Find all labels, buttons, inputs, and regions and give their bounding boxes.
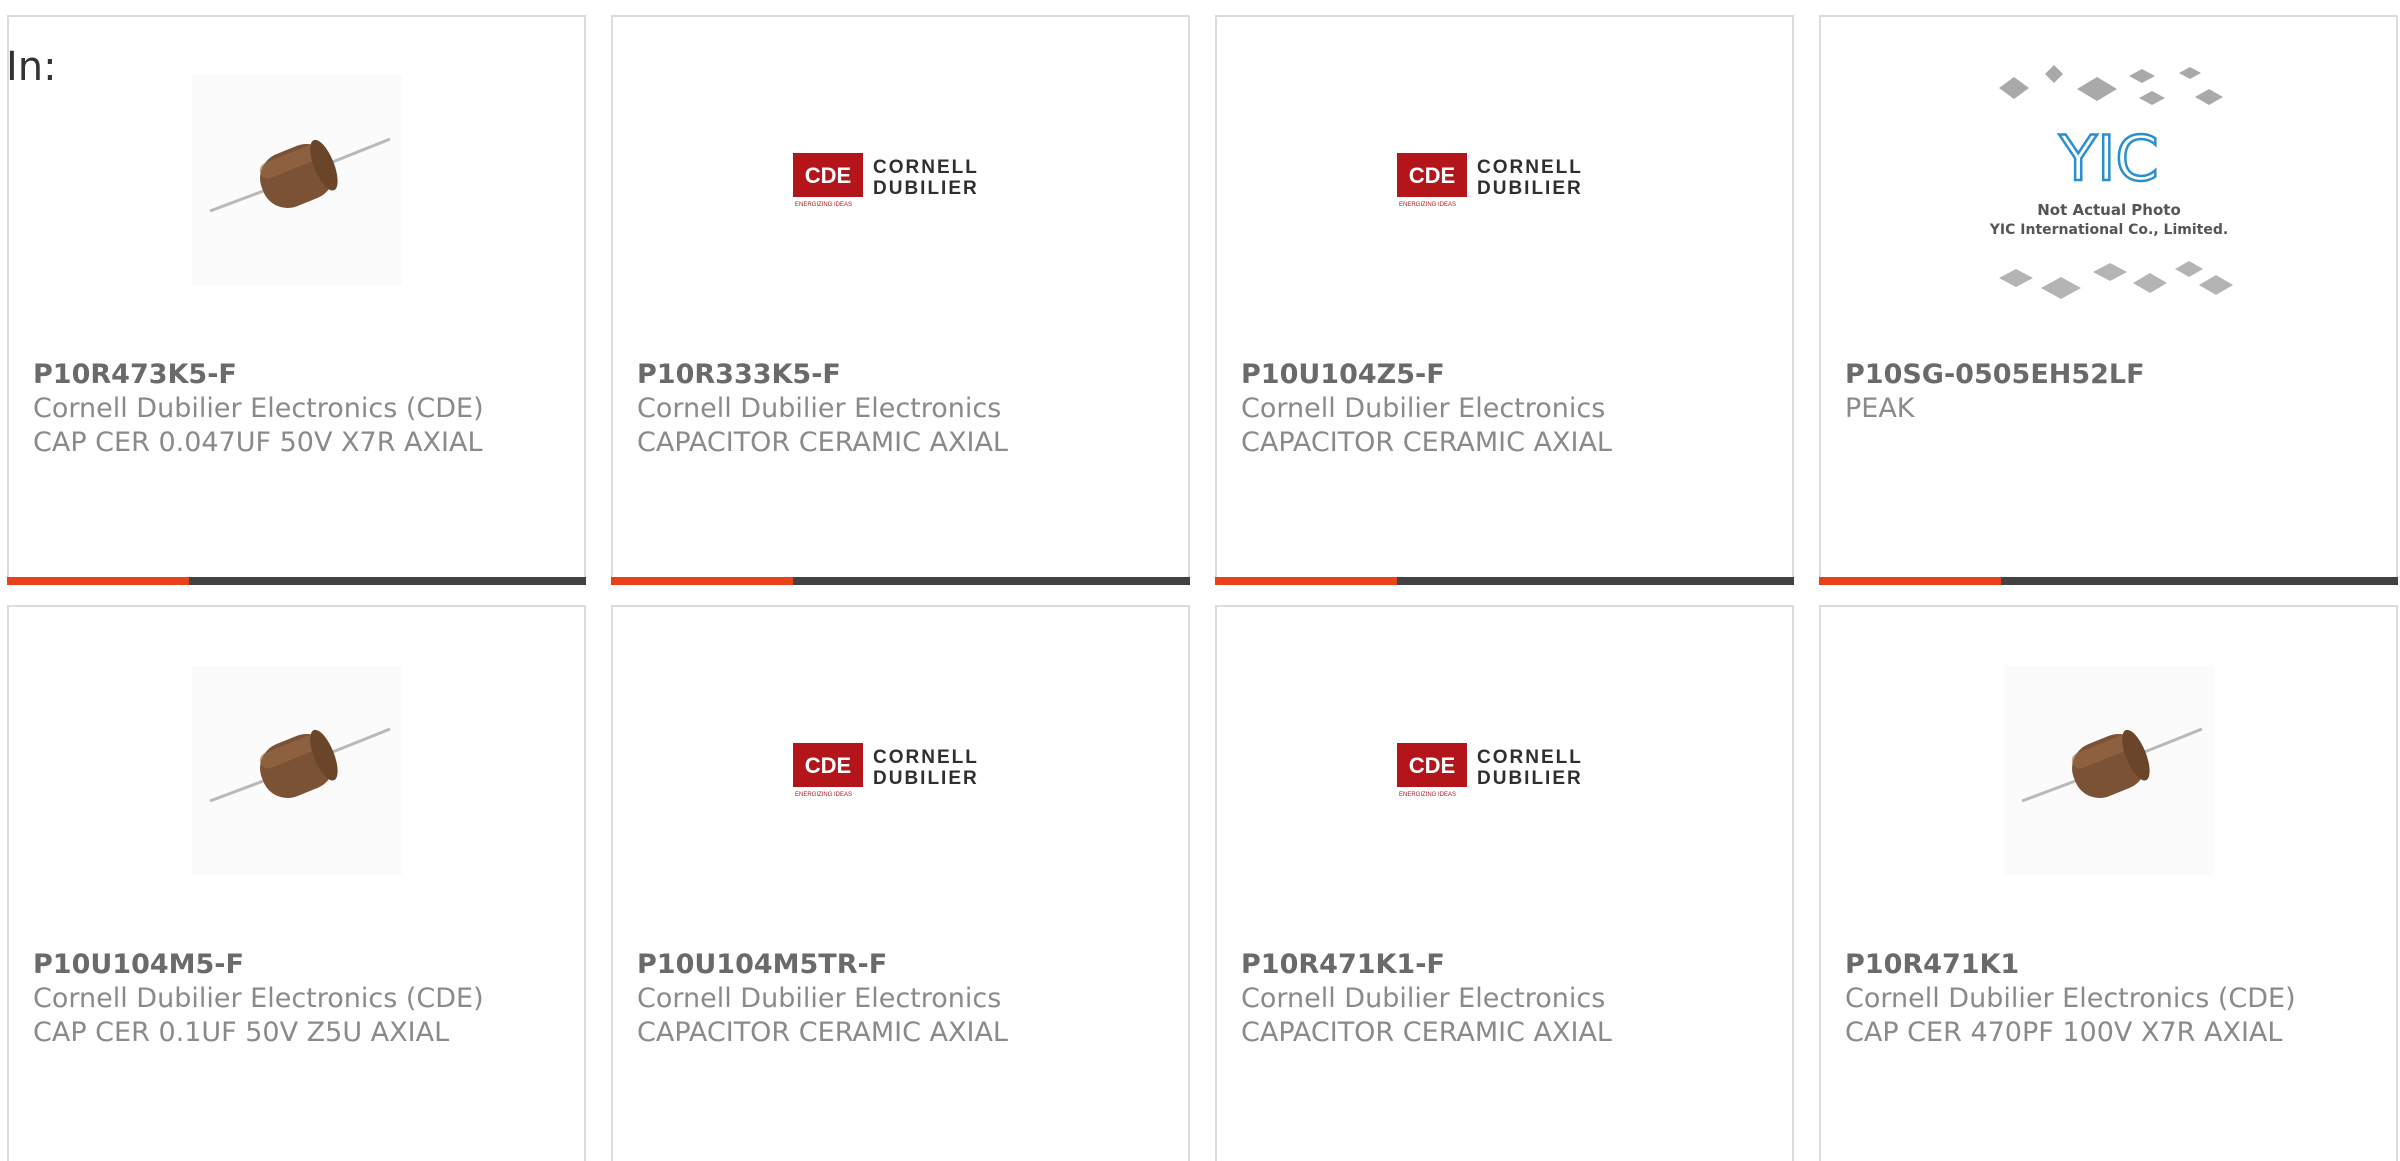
product-description: CAP CER 470PF 100V X7R AXIAL xyxy=(1845,1017,2283,1048)
product-manufacturer: Cornell Dubilier Electronics xyxy=(1241,393,1606,424)
product-thumbnail[interactable]: CDE CORNELL DUBILIER ENERGIZING IDEAS xyxy=(1217,55,1792,305)
card-footer-accent xyxy=(611,577,793,585)
product-card[interactable]: CDE CORNELL DUBILIER ENERGIZING IDEAS P10U10… xyxy=(1215,15,1794,585)
product-card[interactable]: CDE CORNELL DUBILIER ENERGIZING IDEAS P10R47… xyxy=(1215,605,1794,1161)
card-footer-bar xyxy=(611,577,1190,585)
card-footer-accent xyxy=(1215,577,1397,585)
cde-logo-image: CDE CORNELLDUBILIER ENERGIZING IDEAS xyxy=(792,153,979,208)
product-manufacturer: Cornell Dubilier Electronics (CDE) xyxy=(33,393,484,424)
product-thumbnail[interactable] xyxy=(9,645,584,895)
product-thumbnail[interactable]: CDE CORNELL DUBILIER ENERGIZING IDEAS xyxy=(1217,645,1792,895)
cde-line1-text: CORNELL xyxy=(873,747,979,768)
product-card[interactable]: P10U104M5-F Cornell Dubilier Electronics … xyxy=(7,605,586,1161)
card-footer-bar xyxy=(7,577,586,585)
card-footer-accent xyxy=(7,577,189,585)
product-thumbnail[interactable] xyxy=(1821,645,2396,895)
yic-placeholder-image: YIC Not Actual Photo YIC International Co.… xyxy=(1988,65,2233,299)
product-grid-page: In: P10R473K5-F Cornell Dubilier Electron… xyxy=(0,0,2400,1161)
product-thumbnail[interactable]: CDE CORNELL DUBILIER ENERGIZING IDEAS xyxy=(613,55,1188,305)
cde-logo-image: CDE CORNELLDUBILIER ENERGIZING IDEAS xyxy=(1396,743,1583,798)
product-manufacturer: Cornell Dubilier Electronics xyxy=(637,983,1002,1014)
cde-badge-text: CDE xyxy=(1408,163,1454,188)
product-part-number[interactable]: P10R471K1-F xyxy=(1241,949,1445,980)
product-part-number[interactable]: P10U104M5-F xyxy=(33,949,244,980)
cde-logo-image: CDE CORNELLDUBILIER ENERGIZING IDEAS xyxy=(1396,153,1583,208)
product-card[interactable]: CDE CORNELL DUBILIER ENERGIZING IDEAS P10R33… xyxy=(611,15,1190,585)
product-description: CAP CER 0.1UF 50V Z5U AXIAL xyxy=(33,1017,450,1048)
product-manufacturer: Cornell Dubilier Electronics (CDE) xyxy=(1845,983,2296,1014)
card-footer-bar xyxy=(1215,577,1794,585)
product-manufacturer: Cornell Dubilier Electronics (CDE) xyxy=(33,983,484,1014)
product-part-number[interactable]: P10U104Z5-F xyxy=(1241,359,1445,390)
cde-badge-text: CDE xyxy=(1408,753,1454,778)
product-description: CAPACITOR CERAMIC AXIAL xyxy=(1241,427,1612,458)
cde-line2-text: DUBILIER xyxy=(873,768,979,789)
card-footer-bar xyxy=(1819,577,2398,585)
product-description: CAPACITOR CERAMIC AXIAL xyxy=(1241,1017,1612,1048)
product-thumbnail[interactable]: YIC Not Actual Photo YIC International Co.… xyxy=(1821,55,2396,305)
cde-tagline-text: ENERGIZING IDEAS xyxy=(795,202,852,208)
product-part-number[interactable]: P10U104M5TR-F xyxy=(637,949,887,980)
cde-line1-text: CORNELL xyxy=(873,157,979,178)
yic-mark-text: YIC xyxy=(2058,122,2158,195)
product-description: CAP CER 0.047UF 50V X7R AXIAL xyxy=(33,427,483,458)
filter-in-label: In: xyxy=(6,44,57,90)
cde-tagline-text: ENERGIZING IDEAS xyxy=(1399,202,1456,208)
product-part-number[interactable]: P10R333K5-F xyxy=(637,359,841,390)
product-card[interactable]: P10R471K1 Cornell Dubilier Electronics (C… xyxy=(1819,605,2398,1161)
product-description: CAPACITOR CERAMIC AXIAL xyxy=(637,1017,1008,1048)
axial-capacitor-image xyxy=(191,75,402,285)
product-card[interactable]: P10R473K5-F Cornell Dubilier Electronics … xyxy=(7,15,586,585)
cde-logo-image: CDE CORNELLDUBILIER ENERGIZING IDEAS xyxy=(792,743,979,798)
axial-capacitor-image xyxy=(2003,665,2214,875)
product-part-number[interactable]: P10R473K5-F xyxy=(33,359,237,390)
product-thumbnail[interactable] xyxy=(9,55,584,305)
cde-line2-text: DUBILIER xyxy=(873,178,979,199)
cde-line2-text: DUBILIER xyxy=(1477,768,1583,789)
yic-line2-text: YIC International Co., Limited. xyxy=(1988,222,2227,238)
product-manufacturer: PEAK xyxy=(1845,393,1915,424)
cde-tagline-text: ENERGIZING IDEAS xyxy=(1399,792,1456,798)
product-part-number[interactable]: P10R471K1 xyxy=(1845,949,2019,980)
cde-tagline-text: ENERGIZING IDEAS xyxy=(795,792,852,798)
cde-badge-text: CDE xyxy=(804,753,850,778)
product-part-number[interactable]: P10SG-0505EH52LF xyxy=(1845,359,2145,390)
yic-line1-text: Not Actual Photo xyxy=(2037,201,2181,219)
product-grid: P10R473K5-F Cornell Dubilier Electronics … xyxy=(0,0,2400,1161)
cde-badge-text: CDE xyxy=(804,163,850,188)
cde-line1-text: CORNELL xyxy=(1477,747,1583,768)
product-thumbnail[interactable]: CDE CORNELL DUBILIER ENERGIZING IDEAS xyxy=(613,645,1188,895)
product-manufacturer: Cornell Dubilier Electronics xyxy=(637,393,1002,424)
axial-capacitor-image xyxy=(191,665,402,875)
product-card[interactable]: YIC Not Actual Photo YIC International Co.… xyxy=(1819,15,2398,585)
product-manufacturer: Cornell Dubilier Electronics xyxy=(1241,983,1606,1014)
cde-line2-text: DUBILIER xyxy=(1477,178,1583,199)
cde-line1-text: CORNELL xyxy=(1477,157,1583,178)
product-description: CAPACITOR CERAMIC AXIAL xyxy=(637,427,1008,458)
product-card[interactable]: CDE CORNELL DUBILIER ENERGIZING IDEAS P10U10… xyxy=(611,605,1190,1161)
card-footer-accent xyxy=(1819,577,2001,585)
